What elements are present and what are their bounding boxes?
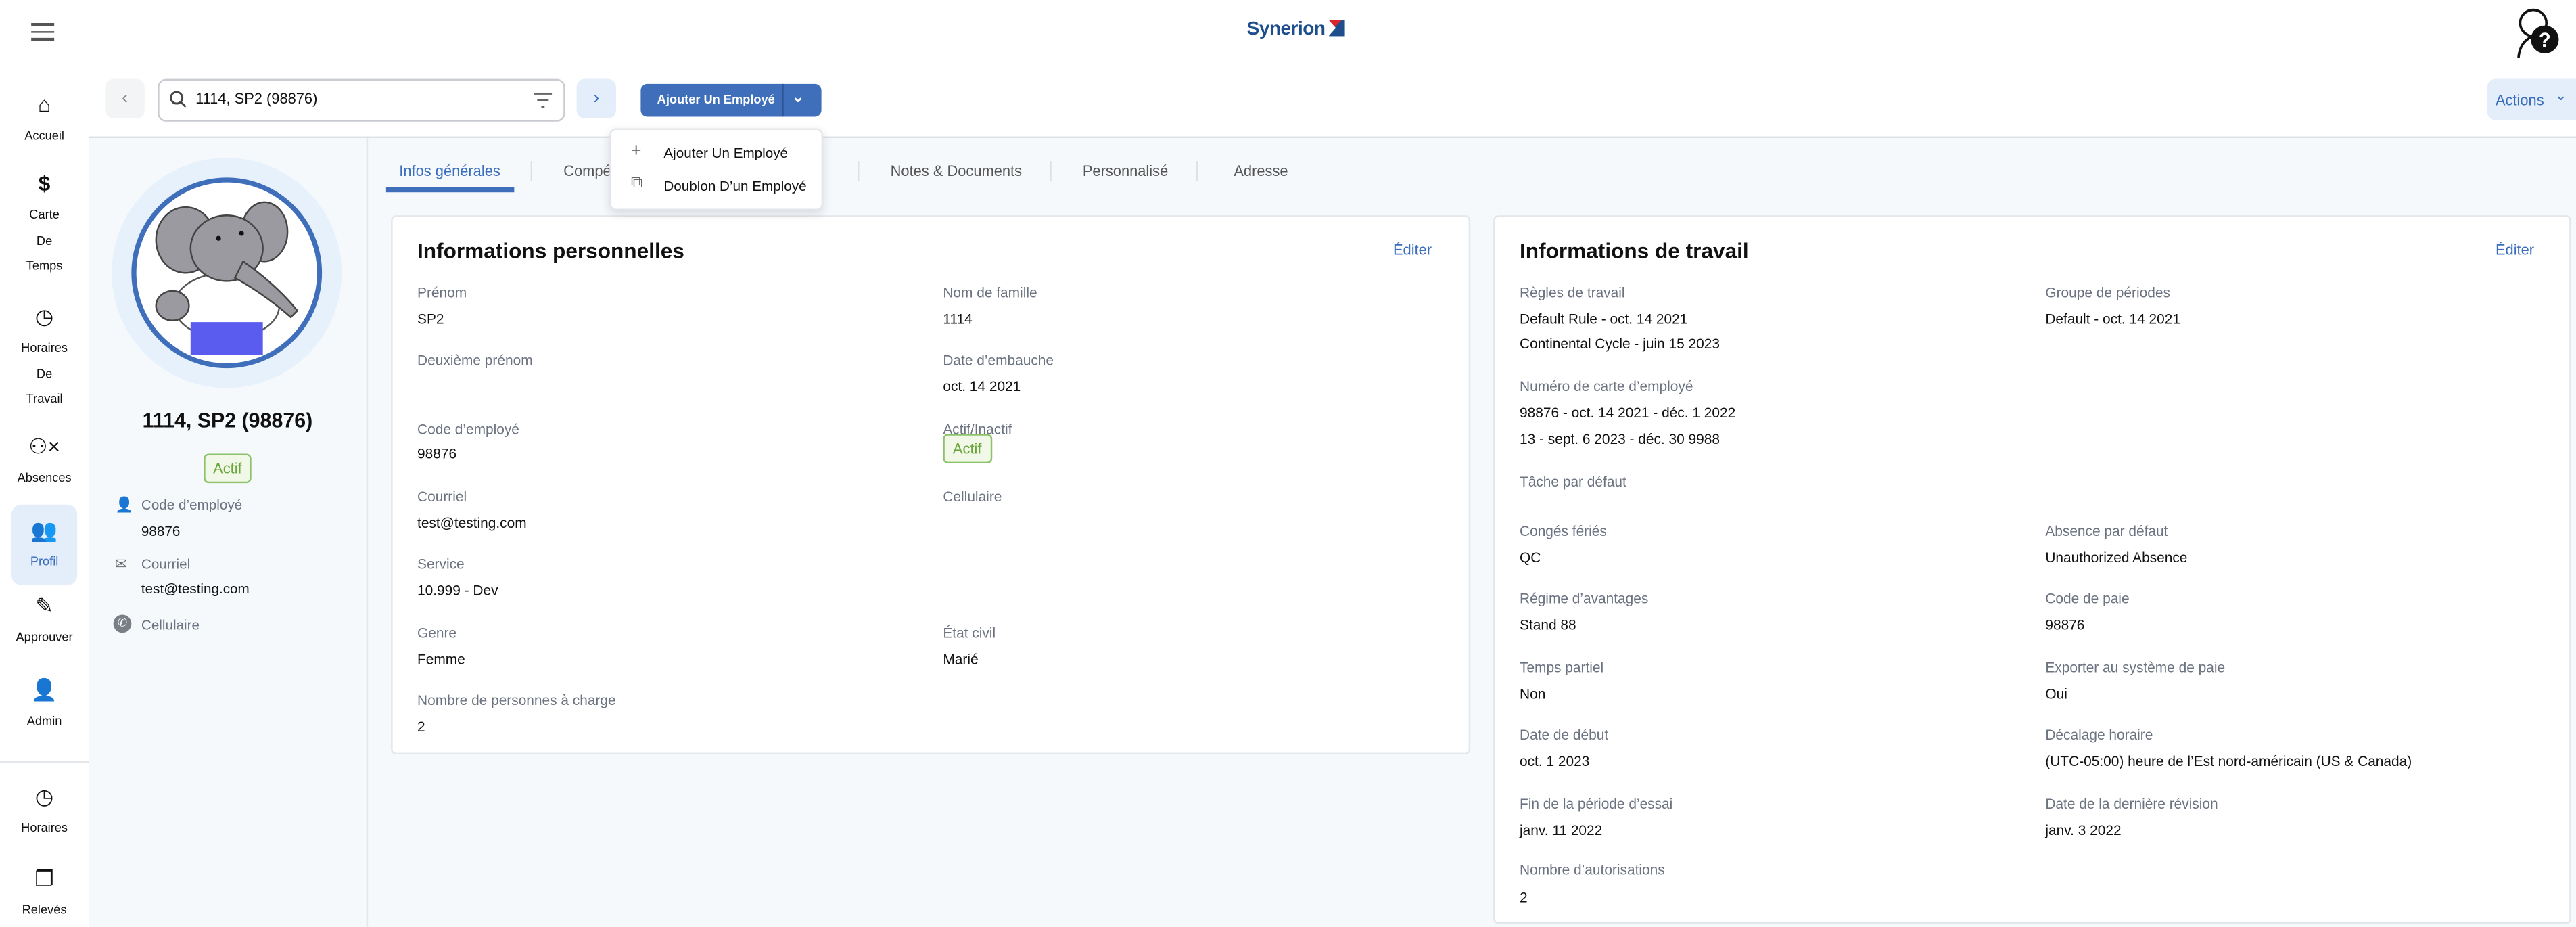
sidebar-item-horaires[interactable]: ◷ Horaires xyxy=(0,784,89,841)
sidebar-item-admin[interactable]: 👤 Admin xyxy=(0,677,89,734)
plus-icon: + xyxy=(630,141,642,162)
copy-icon: ⧉ xyxy=(630,174,643,193)
dollar-icon: $ xyxy=(38,171,51,196)
edit-personal-button[interactable]: Éditer xyxy=(1393,242,1432,258)
sidebar-item-approuver[interactable]: ✎ Approuver xyxy=(0,593,89,650)
person-icon: 👤 xyxy=(115,496,134,513)
main-content: 1114, SP2 (98876) Actif 👤 Code d’employé… xyxy=(89,138,2576,927)
email-icon: ✉ xyxy=(115,556,128,572)
elephant-avatar-icon xyxy=(155,201,299,355)
edit-work-button[interactable]: Éditer xyxy=(2496,242,2534,258)
sidebar-item-horaires-de-travail[interactable]: ◷ Horaires De Travail xyxy=(0,304,89,411)
status-badge: Actif xyxy=(943,434,992,464)
search-input[interactable]: 1114, SP2 (98876) xyxy=(195,91,317,107)
logo-mark-icon xyxy=(1328,20,1345,37)
home-icon: ⌂ xyxy=(38,92,51,117)
sidebar-item-carte-de-temps[interactable]: $ Carte De Temps xyxy=(0,171,89,279)
sidebar-divider xyxy=(0,761,89,763)
menu-item-add-employee[interactable]: + Ajouter Un Employé xyxy=(611,137,822,170)
avatar xyxy=(131,177,323,369)
chevron-down-icon: ⌄ xyxy=(2554,87,2567,104)
toolbar: ‹ 1114, SP2 (98876) › Ajouter Un Employé… xyxy=(89,66,2576,139)
email-link[interactable]: test@testing.com xyxy=(141,581,250,597)
personal-info-card: Informations personnelles Éditer Prénom … xyxy=(391,215,1471,755)
top-header: Synerion ? xyxy=(0,0,2576,68)
chevron-down-icon[interactable]: ⌄ xyxy=(792,89,804,107)
documents-icon: ❐ xyxy=(34,866,54,891)
synerion-logo: Synerion xyxy=(1247,20,1345,39)
tab-notes-documents[interactable]: Notes & Documents xyxy=(891,162,1022,179)
sidebar: ⌂ Accueil $ Carte De Temps ◷ Horaires De… xyxy=(0,66,91,927)
search-icon xyxy=(170,91,187,108)
profile-panel: 1114, SP2 (98876) Actif 👤 Code d’employé… xyxy=(89,138,369,927)
tab-personnalise[interactable]: Personnalisé xyxy=(1083,162,1168,179)
menu-item-duplicate-employee[interactable]: ⧉ Doublon D’un Employé xyxy=(611,169,822,202)
sidebar-item-absences[interactable]: ⚇× Absences xyxy=(0,434,89,491)
clock-icon: ◷ xyxy=(34,784,54,809)
help-avatar-icon[interactable]: ? xyxy=(2514,5,2560,61)
svg-text:?: ? xyxy=(2539,30,2551,51)
add-employee-dropdown: + Ajouter Un Employé ⧉ Doublon D’un Empl… xyxy=(609,128,824,210)
person-icon: 👤 xyxy=(30,677,58,702)
work-info-card: Informations de travail Éditer Règles de… xyxy=(1493,215,2571,924)
employee-search[interactable]: 1114, SP2 (98876) xyxy=(158,78,565,122)
active-tab-indicator xyxy=(385,187,515,192)
clock-icon: ◷ xyxy=(34,304,54,329)
approve-icon: ✎ xyxy=(35,593,53,618)
sidebar-item-accueil[interactable]: ⌂ Accueil xyxy=(0,92,89,149)
people-icon: 👥 xyxy=(30,518,58,543)
actions-button[interactable]: Actions ⌄ xyxy=(2487,78,2576,120)
status-badge: Actif xyxy=(203,453,252,484)
card-title: Informations personnelles xyxy=(417,238,684,263)
card-title: Informations de travail xyxy=(1520,238,1749,263)
hamburger-icon[interactable] xyxy=(31,23,55,41)
sidebar-item-releves[interactable]: ❐ Relevés xyxy=(0,866,89,923)
employee-name: 1114, SP2 (98876) xyxy=(142,409,313,432)
previous-employee-button[interactable]: ‹ xyxy=(105,78,145,118)
sidebar-item-profil[interactable]: 👥 Profil xyxy=(11,504,78,585)
user-x-icon: ⚇× xyxy=(28,434,60,459)
tab-adresse[interactable]: Adresse xyxy=(1234,162,1288,179)
tab-infos-generales[interactable]: Infos générales xyxy=(399,162,500,179)
next-employee-button[interactable]: › xyxy=(576,78,616,118)
add-employee-button[interactable]: Ajouter Un Employé ⌄ xyxy=(640,83,822,117)
filter-icon[interactable] xyxy=(534,92,553,108)
phone-icon: ✆ xyxy=(113,614,132,633)
